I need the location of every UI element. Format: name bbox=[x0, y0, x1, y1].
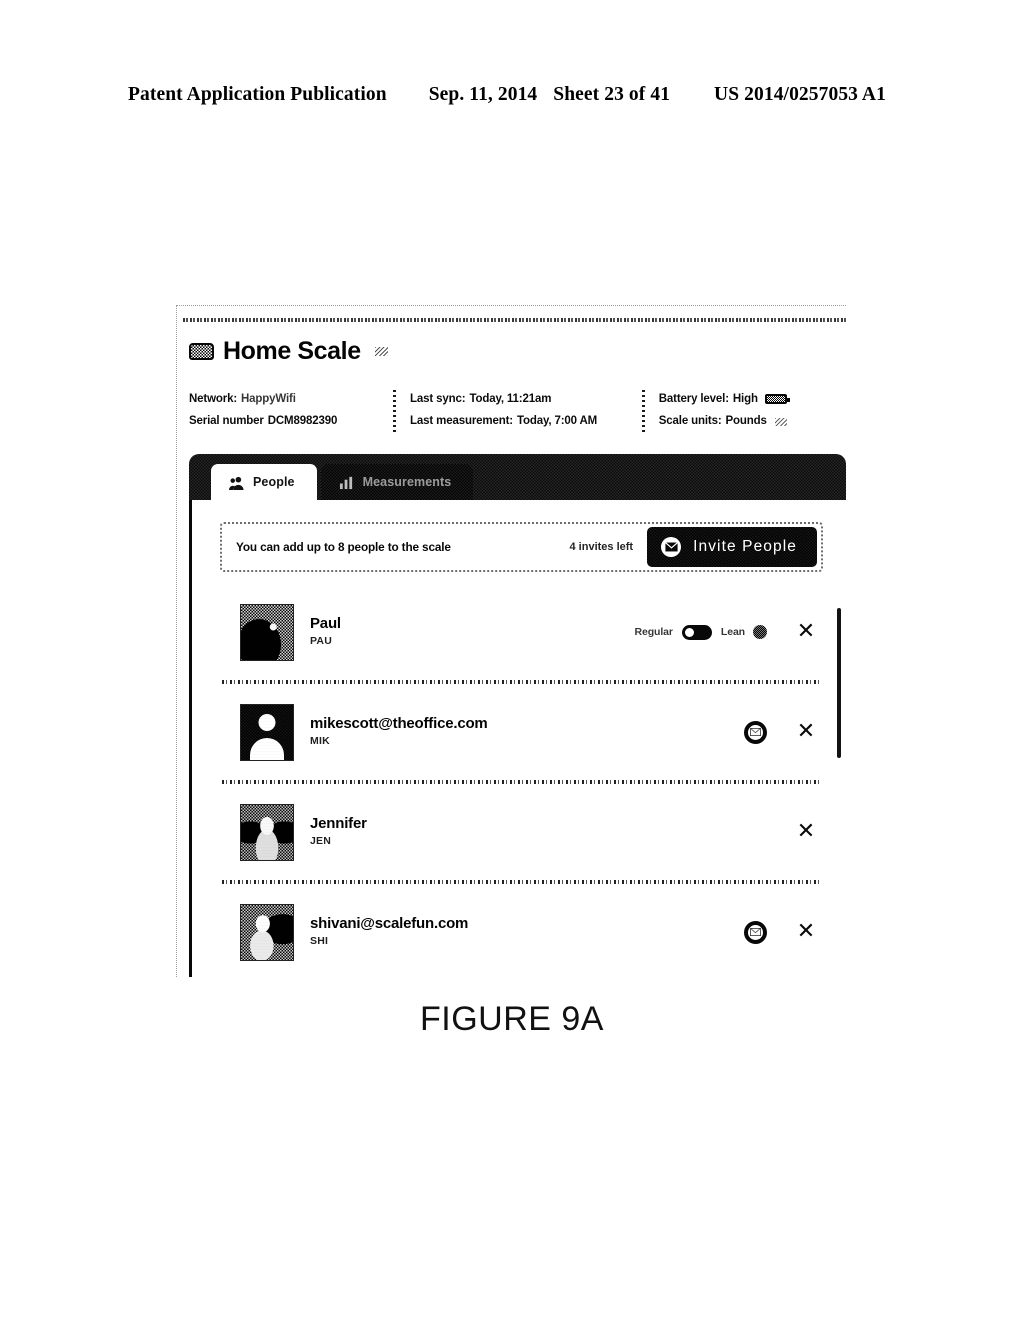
battery-line: Battery level: High bbox=[659, 388, 834, 410]
mode-toggle[interactable] bbox=[681, 624, 712, 640]
table-row[interactable]: Paul PAU Regular Lean ✕ bbox=[220, 584, 823, 680]
envelope-icon bbox=[661, 537, 682, 557]
person-identity: shivani@scalefun.com SHI bbox=[310, 915, 744, 948]
meta-divider-2 bbox=[642, 390, 645, 433]
remove-person-button[interactable]: ✕ bbox=[789, 821, 823, 843]
bar-chart-icon bbox=[339, 475, 354, 490]
edit-pencil-icon[interactable] bbox=[374, 347, 388, 356]
tab-measurements-label: Measurements bbox=[362, 475, 452, 489]
patent-date: Sep. 11, 2014 bbox=[428, 84, 538, 105]
patent-sheet-number: Sheet 23 of 41 bbox=[553, 84, 671, 105]
scale-icon bbox=[189, 343, 214, 360]
person-actions: Regular Lean ✕ bbox=[634, 621, 823, 643]
invites-left-count: 4 invites left bbox=[569, 541, 634, 553]
table-row[interactable]: shivani@scalefun.com SHI ✕ bbox=[220, 884, 823, 977]
table-row[interactable]: Jennifer JEN ✕ bbox=[220, 784, 823, 880]
mode-regular-label: Regular bbox=[634, 626, 673, 638]
envelope-pending-icon[interactable] bbox=[744, 920, 767, 944]
tab-bar: People Measurements bbox=[189, 454, 846, 500]
units-value: Pounds bbox=[725, 415, 767, 428]
person-name: shivani@scalefun.com bbox=[310, 915, 469, 933]
app-screenshot-figure: Home Scale Network: HappyWifi Serial num… bbox=[176, 305, 846, 977]
figure-top-rule bbox=[183, 318, 846, 322]
avatar bbox=[240, 603, 294, 661]
units-label: Scale units: bbox=[658, 415, 722, 428]
remove-person-button[interactable]: ✕ bbox=[789, 621, 823, 643]
tab-content-people: You can add up to 8 people to the scale … bbox=[189, 500, 846, 977]
patent-publication-label: Patent Application Publication bbox=[128, 84, 387, 105]
battery-full-icon bbox=[764, 394, 790, 405]
avatar bbox=[240, 703, 294, 761]
envelope-pending-icon[interactable] bbox=[744, 720, 767, 744]
person-name: Jennifer bbox=[310, 815, 367, 833]
person-initials: SHI bbox=[310, 935, 329, 948]
tab-people[interactable]: People bbox=[211, 464, 317, 500]
invite-people-button[interactable]: Invite People bbox=[647, 527, 817, 567]
person-initials: MIK bbox=[310, 735, 330, 748]
tab-measurements[interactable]: Measurements bbox=[321, 464, 474, 500]
remove-person-button[interactable]: ✕ bbox=[789, 921, 823, 943]
person-actions: ✕ bbox=[744, 920, 823, 944]
serial-line: Serial number DCM8982390 bbox=[189, 410, 387, 432]
patent-application-number: US 2014/0257053 A1 bbox=[714, 84, 886, 105]
content-scrollbar[interactable] bbox=[837, 608, 841, 758]
last-measurement-label: Last measurement: bbox=[410, 415, 513, 428]
mode-lean-label: Lean bbox=[720, 626, 745, 638]
table-row[interactable]: mikescott@theoffice.com MIK ✕ bbox=[220, 684, 823, 780]
person-name: Paul bbox=[310, 615, 341, 633]
invite-people-button-label: Invite People bbox=[693, 538, 797, 555]
tab-list: People Measurements bbox=[211, 464, 473, 500]
last-measurement-value: Today, 7:00 AM bbox=[516, 415, 598, 428]
battery-label: Battery level: bbox=[658, 393, 729, 405]
meta-column-network: Network: HappyWifi Serial number DCM8982… bbox=[189, 388, 387, 433]
people-icon bbox=[229, 475, 244, 490]
units-edit-pencil-icon[interactable] bbox=[774, 417, 787, 426]
patent-page-header: Patent Application Publication Sep. 11, … bbox=[128, 84, 896, 106]
person-initials: JEN bbox=[310, 835, 332, 848]
last-sync-line: Last sync: Today, 11:21am bbox=[410, 388, 636, 410]
meta-column-battery: Battery level: High Scale units: Pounds bbox=[659, 388, 834, 433]
people-list: Paul PAU Regular Lean ✕ mikescott@theoff… bbox=[220, 584, 823, 977]
person-identity: mikescott@theoffice.com MIK bbox=[310, 715, 744, 748]
units-line: Scale units: Pounds bbox=[659, 410, 834, 432]
invite-banner-text: You can add up to 8 people to the scale bbox=[236, 540, 451, 554]
person-name: mikescott@theoffice.com bbox=[310, 715, 488, 733]
person-actions: ✕ bbox=[744, 720, 823, 744]
last-sync-label: Last sync: bbox=[410, 393, 466, 405]
invite-banner: You can add up to 8 people to the scale … bbox=[220, 522, 823, 572]
person-actions: ✕ bbox=[767, 821, 823, 843]
meta-divider-1 bbox=[393, 390, 397, 433]
info-dot-icon[interactable] bbox=[753, 625, 767, 639]
device-name: Home Scale bbox=[223, 337, 361, 365]
person-initials: PAU bbox=[310, 635, 332, 648]
device-title-block: Home Scale bbox=[189, 339, 388, 364]
person-identity: Jennifer JEN bbox=[310, 815, 767, 848]
serial-value: DCM8982390 bbox=[267, 415, 338, 428]
network-line: Network: HappyWifi bbox=[189, 388, 387, 410]
meta-column-sync: Last sync: Today, 11:21am Last measureme… bbox=[410, 388, 636, 433]
device-meta-row: Network: HappyWifi Serial number DCM8982… bbox=[189, 388, 834, 433]
remove-person-button[interactable]: ✕ bbox=[789, 721, 823, 743]
person-identity: Paul PAU bbox=[310, 615, 634, 648]
serial-label: Serial number bbox=[189, 415, 264, 428]
last-measurement-line: Last measurement: Today, 7:00 AM bbox=[410, 410, 636, 432]
battery-value: High bbox=[732, 393, 758, 405]
avatar bbox=[240, 803, 294, 861]
tab-people-label: People bbox=[253, 475, 295, 489]
figure-caption: FIGURE 9A bbox=[420, 1000, 604, 1038]
network-value: HappyWifi bbox=[241, 393, 296, 405]
avatar bbox=[240, 903, 294, 961]
network-label: Network: bbox=[189, 393, 238, 405]
last-sync-value: Today, 11:21am bbox=[469, 393, 552, 405]
